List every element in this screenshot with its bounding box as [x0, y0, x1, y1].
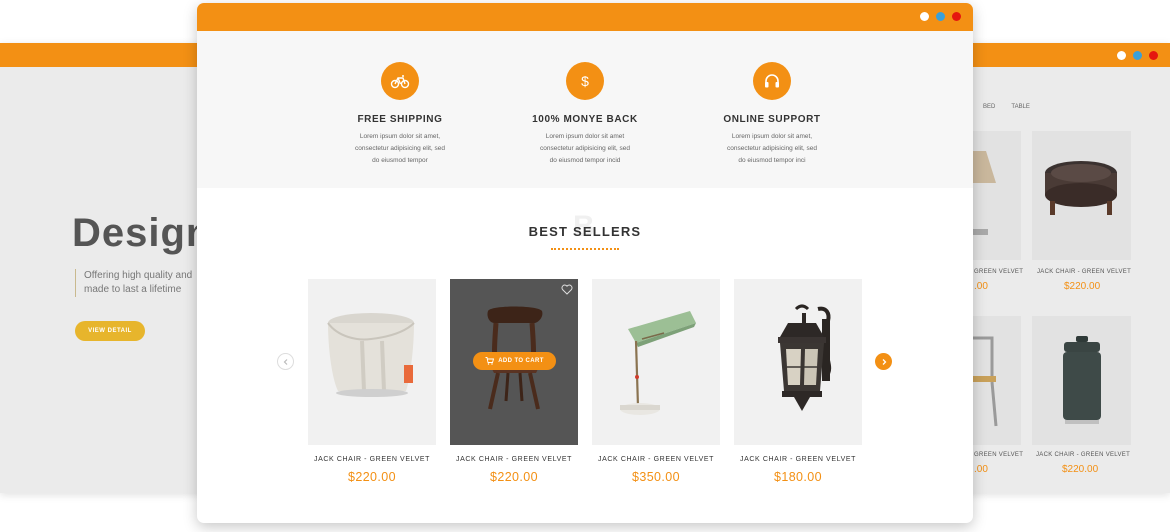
- window-dot-white[interactable]: [920, 12, 929, 21]
- product-name[interactable]: JACK CHAIR - GREEN VELVET: [450, 456, 578, 463]
- feature-description: Lorem ipsum dolor sit amet, consectetur …: [320, 131, 480, 167]
- hero-subtitle-line: made to last a lifetime: [84, 284, 182, 295]
- hero-subtitle-line: Offering high quality and: [84, 270, 193, 281]
- feature-money-back: $ 100% MONYE BACK Lorem ipsum dolor sit …: [505, 62, 665, 167]
- feature-title: FREE SHIPPING: [357, 114, 443, 125]
- feature-desc-line: Lorem ipsum dolor sit amet,: [359, 133, 441, 140]
- bg-product-price: $220.00: [1062, 464, 1099, 475]
- feature-desc-line: Lorem ipsum dolor sit amet: [545, 133, 625, 140]
- product-card[interactable]: ADD TO CART JACK CHAIR - GREEN VELVET $2…: [450, 279, 578, 484]
- product-price: $220.00: [348, 470, 396, 484]
- svg-text:$: $: [581, 73, 589, 89]
- hero-title: Design: [72, 211, 212, 255]
- bg-product-price: .00: [974, 464, 988, 475]
- bg-product-name: JACK CHAIR - GREEN VELVET: [1036, 452, 1131, 458]
- window-controls: [920, 12, 961, 21]
- foreground-titlebar: [197, 3, 973, 31]
- feature-online-support: ONLINE SUPPORT Lorem ipsum dolor sit ame…: [692, 62, 852, 167]
- desk-lamp-icon: [620, 311, 696, 415]
- headphones-icon: [753, 62, 791, 100]
- section-underline: [551, 248, 619, 250]
- window-dot-blue[interactable]: [1133, 51, 1142, 60]
- tab-table[interactable]: TABLE: [1011, 104, 1030, 110]
- feature-desc-line: do eiusmod tempor inci: [738, 157, 806, 164]
- feature-description: Lorem ipsum dolor sit amet, consectetur …: [692, 131, 852, 167]
- product-price: $180.00: [774, 470, 822, 484]
- window-dot-red[interactable]: [1149, 51, 1158, 60]
- feature-desc-line: Lorem ipsum dolor sit amet,: [731, 133, 813, 140]
- hero-subtitle: Offering high quality and made to last a…: [75, 269, 205, 297]
- product-image[interactable]: [308, 279, 436, 445]
- feature-desc-line: consectetur adipisicing elit, sed: [540, 145, 630, 152]
- product-name[interactable]: JACK CHAIR - GREEN VELVET: [734, 456, 862, 463]
- carousel-next-button[interactable]: [875, 353, 892, 370]
- feature-desc-line: do eiusmod tempor: [372, 157, 428, 164]
- trash-can-icon: [1063, 336, 1101, 424]
- window-dot-white[interactable]: [1117, 51, 1126, 60]
- product-card[interactable]: JACK CHAIR - GREEN VELVET $350.00: [592, 279, 720, 484]
- window-dot-red[interactable]: [952, 12, 961, 21]
- view-detail-button[interactable]: VIEW DETAIL: [75, 321, 145, 341]
- features-section: FREE SHIPPING Lorem ipsum dolor sit amet…: [197, 31, 973, 188]
- product-image[interactable]: ADD TO CART: [450, 279, 578, 445]
- bg-product-price: .00: [974, 281, 988, 292]
- category-tabs: BED TABLE: [983, 104, 1030, 110]
- product-name[interactable]: JACK CHAIR - GREEN VELVET: [592, 456, 720, 463]
- ottoman-icon: [1045, 161, 1117, 215]
- bg-product-card[interactable]: [1032, 316, 1131, 445]
- feature-title: 100% MONYE BACK: [532, 114, 638, 125]
- bg-product-name: JACK CHAIR - GREEN VELVET: [1037, 269, 1132, 275]
- feature-desc-line: consectetur adipisicing elit, sed: [355, 145, 445, 152]
- feature-description: Lorem ipsum dolor sit amet consectetur a…: [505, 131, 665, 167]
- bicycle-icon: [381, 62, 419, 100]
- heart-icon[interactable]: [561, 282, 573, 300]
- product-image[interactable]: [592, 279, 720, 445]
- feature-title: ONLINE SUPPORT: [723, 114, 821, 125]
- bg-product-name: GREEN VELVET: [974, 269, 1024, 275]
- wall-lantern-icon: [778, 304, 832, 411]
- product-price: $220.00: [490, 470, 538, 484]
- feature-free-shipping: FREE SHIPPING Lorem ipsum dolor sit amet…: [320, 62, 480, 167]
- tab-bed[interactable]: BED: [983, 104, 995, 110]
- window-controls: [1117, 51, 1158, 60]
- cart-icon: [485, 357, 495, 365]
- product-card[interactable]: JACK CHAIR - GREEN VELVET $180.00: [734, 279, 862, 484]
- product-price: $350.00: [632, 470, 680, 484]
- best-sellers-title: BEST SELLERS: [528, 224, 642, 239]
- product-image[interactable]: [734, 279, 862, 445]
- dollar-icon: $: [566, 62, 604, 100]
- fabric-basket-icon: [327, 313, 415, 397]
- chevron-right-icon: [882, 358, 886, 365]
- product-card[interactable]: JACK CHAIR - GREEN VELVET $220.00: [308, 279, 436, 484]
- window-dot-blue[interactable]: [936, 12, 945, 21]
- carousel-prev-button[interactable]: [277, 353, 294, 370]
- foreground-browser-window: FREE SHIPPING Lorem ipsum dolor sit amet…: [197, 3, 973, 523]
- showcase-stage: Design Offering high quality and made to…: [0, 0, 1170, 532]
- bg-product-card[interactable]: [1032, 131, 1131, 260]
- chevron-left-icon: [283, 358, 287, 365]
- feature-desc-line: consectetur adipisicing elit, sed: [727, 145, 817, 152]
- add-to-cart-button[interactable]: ADD TO CART: [473, 352, 556, 370]
- feature-desc-line: do eiusmod tempor incid: [549, 157, 621, 164]
- bg-product-price: $220.00: [1064, 281, 1101, 292]
- add-to-cart-label: ADD TO CART: [498, 358, 544, 364]
- product-name[interactable]: JACK CHAIR - GREEN VELVET: [308, 456, 436, 463]
- bg-product-name: GREEN VELVET: [974, 452, 1024, 458]
